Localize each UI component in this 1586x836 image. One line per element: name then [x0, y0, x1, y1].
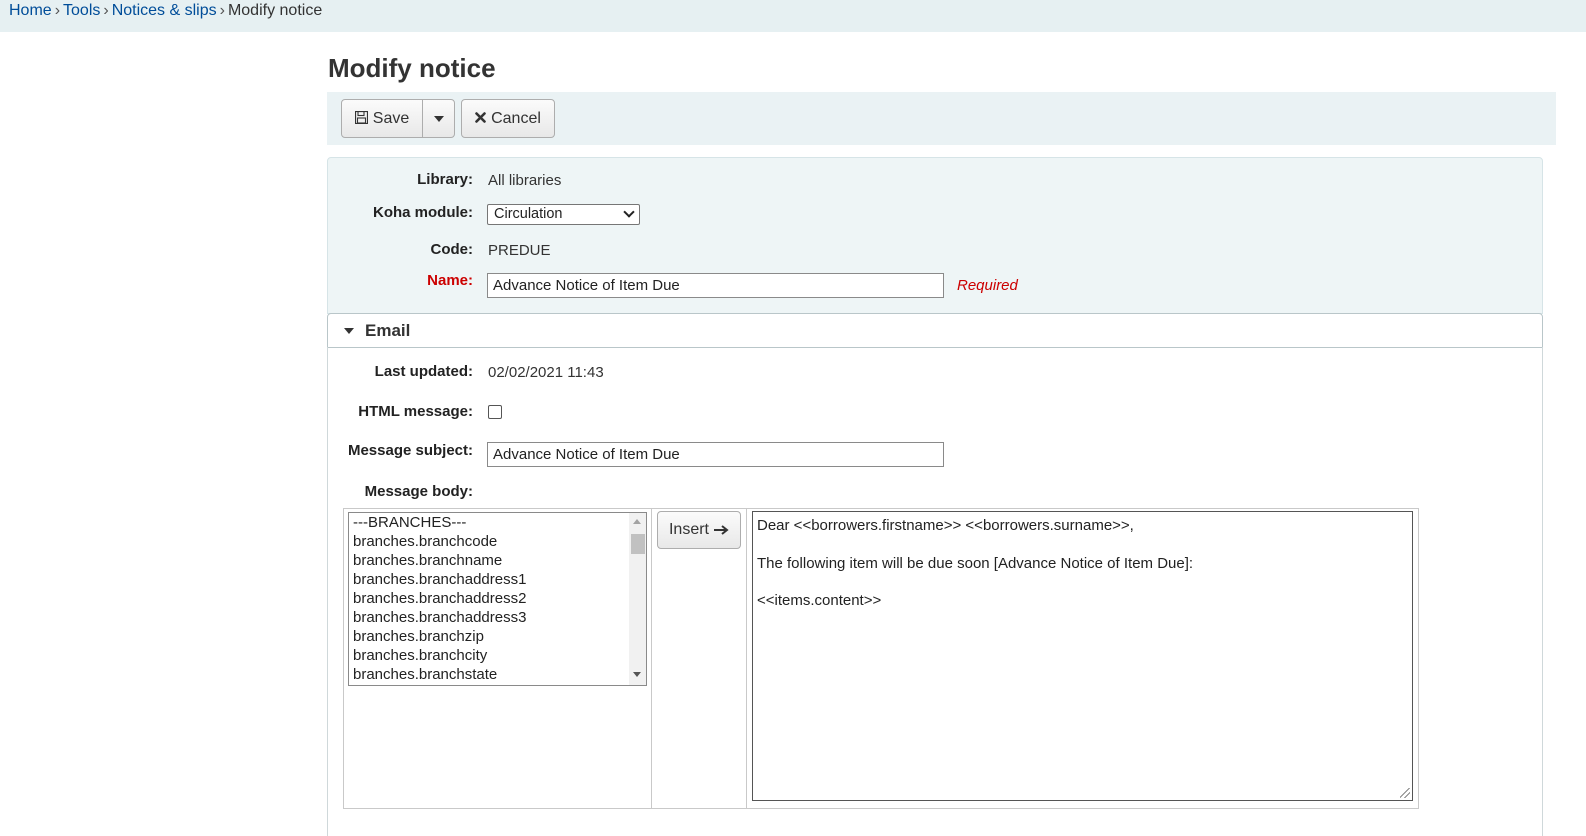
library-value: All libraries	[488, 172, 562, 189]
breadcrumb-separator: ›	[103, 2, 109, 19]
message-body-line: The following item will be due soon [Adv…	[757, 555, 1194, 572]
table-divider	[746, 508, 747, 809]
message-body-label: Message body:	[364, 483, 473, 500]
koha-module-selected-value: Circulation	[494, 206, 563, 222]
code-value: PREDUE	[488, 242, 551, 259]
list-item[interactable]: branches.branchaddress3	[353, 609, 526, 626]
html-message-checkbox[interactable]	[488, 405, 502, 419]
library-label: Library:	[417, 171, 473, 188]
list-item[interactable]: branches.branchstate	[353, 666, 497, 683]
cancel-button[interactable]: Cancel	[461, 99, 555, 138]
insert-button[interactable]: Insert	[657, 511, 741, 549]
breadcrumb-separator: ›	[54, 2, 61, 19]
list-item[interactable]: branches.branchcode	[353, 533, 497, 550]
save-options-dropdown-button[interactable]	[422, 99, 455, 138]
list-item[interactable]: branches.branchaddress1	[353, 571, 526, 588]
message-subject-input[interactable]: Advance Notice of Item Due	[487, 442, 944, 467]
email-section-title: Email	[365, 321, 411, 340]
email-section-header[interactable]: Email	[327, 313, 1543, 348]
cancel-button-label: Cancel	[491, 109, 541, 127]
collapse-triangle-icon	[344, 328, 354, 334]
koha-module-label: Koha module:	[373, 204, 473, 221]
breadcrumb-tools-link[interactable]: Tools	[63, 2, 100, 19]
list-item[interactable]: branches.branchname	[353, 552, 502, 569]
name-label: Name:	[427, 272, 473, 289]
breadcrumb-current: Modify notice	[227, 2, 323, 19]
breadcrumb-home-link[interactable]: Home	[9, 2, 52, 19]
name-input[interactable]: Advance Notice of Item Due	[487, 273, 944, 298]
last-updated-value: 02/02/2021 11:43	[488, 364, 604, 381]
koha-module-select[interactable]: Circulation	[487, 204, 640, 225]
breadcrumb: Home › Tools › Notices & slips › Modify notice	[0, 0, 1586, 32]
fields-listbox[interactable]: ---BRANCHES--- branches.branchcode branc…	[348, 512, 647, 686]
scrollbar-thumb[interactable]	[631, 534, 645, 554]
close-icon	[475, 111, 486, 126]
message-body-line: <<items.content>>	[757, 592, 882, 609]
page-title: Modify notice	[328, 53, 496, 83]
insert-button-label: Insert	[668, 521, 709, 538]
toolbar: Save Cancel	[327, 92, 1556, 145]
last-updated-label: Last updated:	[374, 363, 473, 380]
message-body-textarea[interactable]: Dear <<borrowers.firstname>> <<borrowers…	[752, 511, 1413, 801]
list-item[interactable]: ---BRANCHES---	[353, 514, 466, 531]
arrow-right-icon	[714, 522, 729, 539]
resize-handle-icon[interactable]	[1400, 788, 1410, 798]
code-label: Code:	[430, 241, 474, 258]
list-item[interactable]: branches.branchzip	[353, 628, 484, 645]
message-subject-label: Message subject:	[347, 442, 473, 459]
caret-down-icon	[433, 115, 444, 122]
save-button[interactable]: Save	[341, 99, 423, 138]
scroll-up-arrow-icon[interactable]	[633, 519, 641, 524]
list-item[interactable]: branches.branchaddress2	[353, 590, 526, 607]
floppy-disk-icon	[354, 110, 368, 127]
html-message-label: HTML message:	[358, 403, 473, 420]
breadcrumb-notices-link[interactable]: Notices & slips	[112, 2, 217, 19]
scroll-down-arrow-icon[interactable]	[633, 672, 641, 677]
table-divider	[651, 508, 652, 809]
listbox-scrollbar[interactable]	[629, 513, 646, 685]
required-note: Required	[957, 277, 1018, 294]
message-body-line: Dear <<borrowers.firstname>> <<borrowers…	[757, 517, 1134, 534]
chevron-down-icon	[623, 206, 635, 218]
breadcrumb-separator: ›	[219, 2, 225, 19]
save-button-label: Save	[372, 109, 410, 127]
list-item[interactable]: branches.branchcity	[353, 647, 487, 664]
